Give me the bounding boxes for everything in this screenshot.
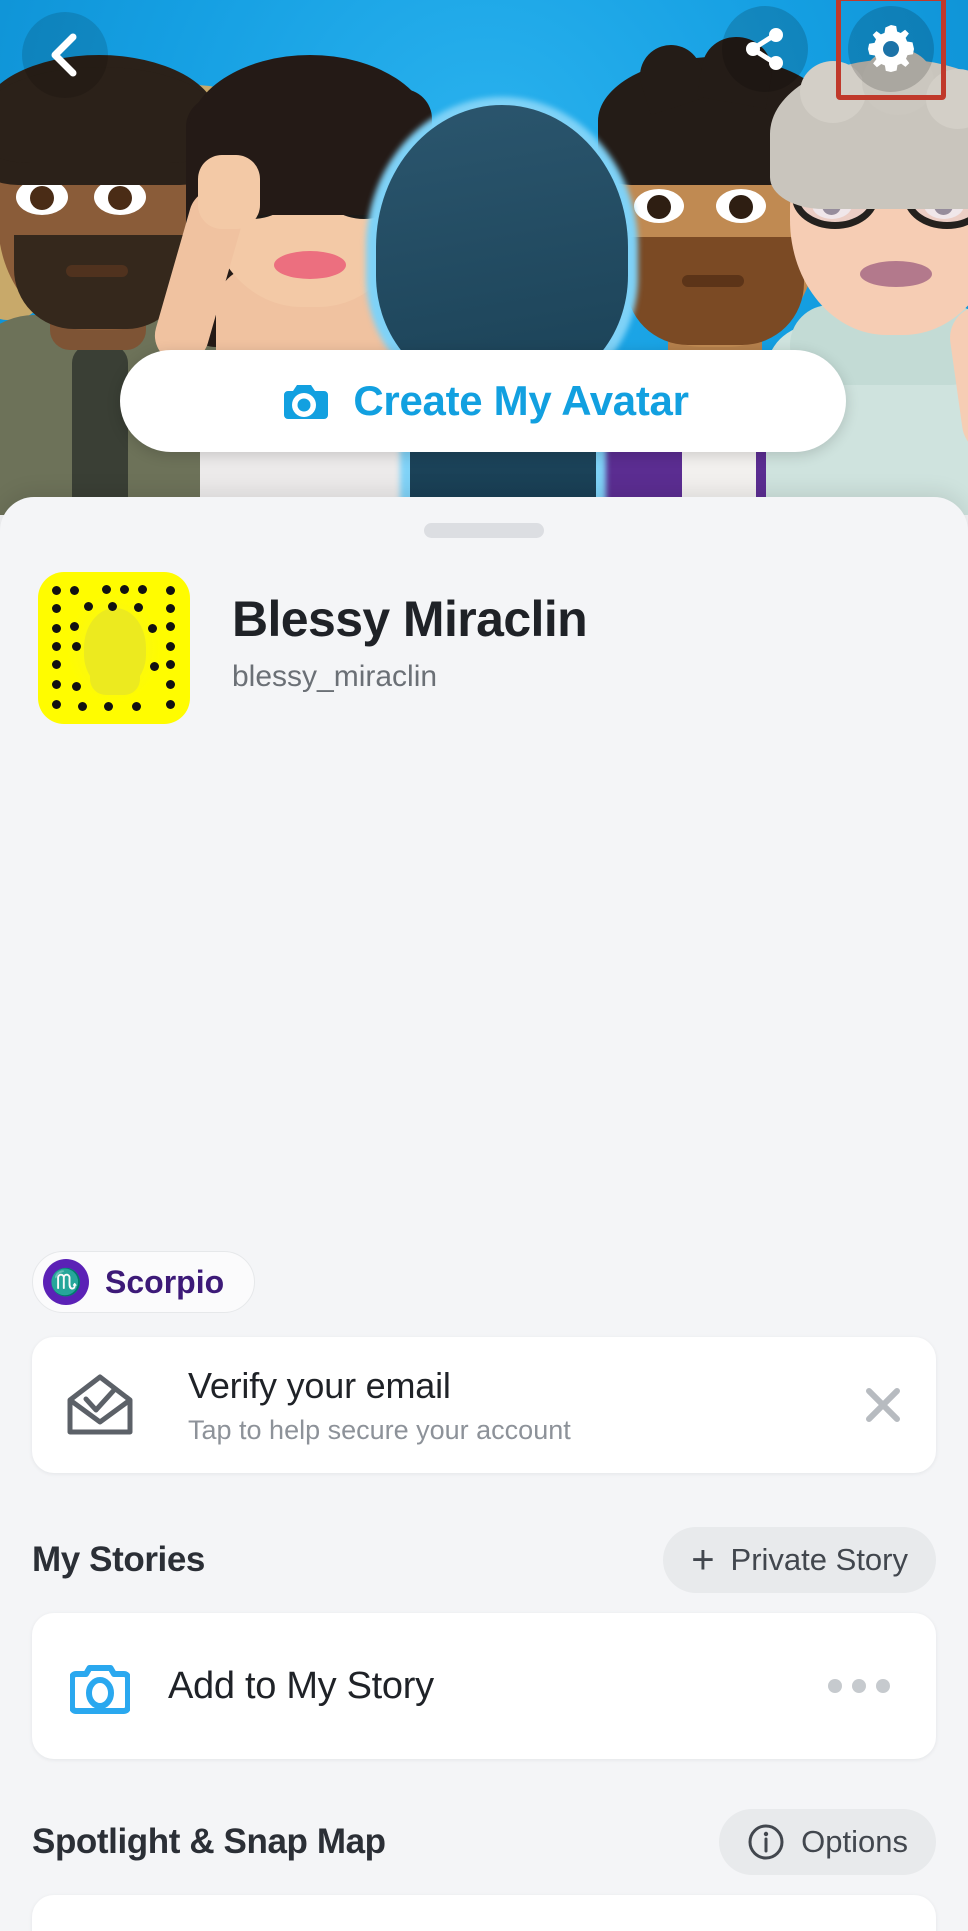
envelope-check-icon (67, 1374, 133, 1435)
section-header-my-stories: My Stories + Private Story (32, 1527, 936, 1593)
plus-icon: + (691, 1538, 715, 1582)
username: blessy_miraclin (232, 660, 438, 693)
verify-email-subtitle: Tap to help secure your account (188, 1414, 571, 1445)
close-icon (866, 1388, 900, 1422)
more-dots-icon[interactable] (828, 1679, 890, 1693)
spotlight-options-label: Options (801, 1824, 908, 1859)
gear-icon (868, 25, 914, 72)
settings-button[interactable] (848, 6, 934, 92)
display-name: Blessy Miraclin (232, 591, 588, 647)
zodiac-symbol-icon: ♏ (43, 1259, 89, 1305)
share-icon (746, 28, 783, 70)
snapchat-profile-screen: Create My Avatar Blessy Miraclin blessy_… (0, 0, 968, 1931)
row-add-to-my-story[interactable]: Add to My Story (32, 1613, 936, 1759)
share-button[interactable] (722, 6, 808, 92)
verify-email-texts: Verify your email Tap to help secure you… (188, 1365, 848, 1446)
row-add-to-spotlight[interactable]: Add to Spotlight (32, 1895, 936, 1931)
profile-header: Blessy Miraclin blessy_miraclin (38, 572, 588, 724)
row-label-add-to-my-story: Add to My Story (168, 1664, 434, 1707)
create-my-avatar-button[interactable]: Create My Avatar (120, 350, 846, 452)
hero-topbar (0, 0, 968, 120)
envelope-check-icon-wrap (32, 1372, 168, 1438)
camera-icon-wrap-story (32, 1655, 168, 1717)
spotlight-options-button[interactable]: Options (719, 1809, 936, 1875)
zodiac-badge[interactable]: ♏ Scorpio (32, 1251, 256, 1313)
verify-email-card[interactable]: Verify your email Tap to help secure you… (32, 1337, 936, 1473)
info-icon (748, 1824, 784, 1860)
create-my-avatar-label: Create My Avatar (353, 377, 689, 424)
sheet-drag-handle[interactable] (424, 523, 544, 538)
camera-icon (70, 1665, 130, 1714)
verify-email-title: Verify your email (188, 1364, 451, 1406)
private-story-label: Private Story (730, 1542, 908, 1577)
private-story-button[interactable]: + Private Story (663, 1527, 936, 1593)
profile-sheet: Blessy Miraclin blessy_miraclin ♏ Scorpi… (0, 497, 968, 1931)
snapcode[interactable] (38, 572, 190, 724)
section-title-spotlight: Spotlight & Snap Map (32, 1822, 386, 1861)
back-button[interactable] (22, 12, 108, 98)
profile-name-block: Blessy Miraclin blessy_miraclin (232, 572, 588, 694)
verify-email-close-button[interactable] (848, 1370, 918, 1440)
zodiac-label: Scorpio (105, 1263, 225, 1300)
avatar-hero-banner: Create My Avatar (0, 0, 968, 515)
section-title-my-stories: My Stories (32, 1540, 205, 1579)
chevron-left-icon (51, 33, 77, 77)
section-header-spotlight: Spotlight & Snap Map Options (32, 1809, 936, 1875)
camera-icon (284, 385, 329, 419)
